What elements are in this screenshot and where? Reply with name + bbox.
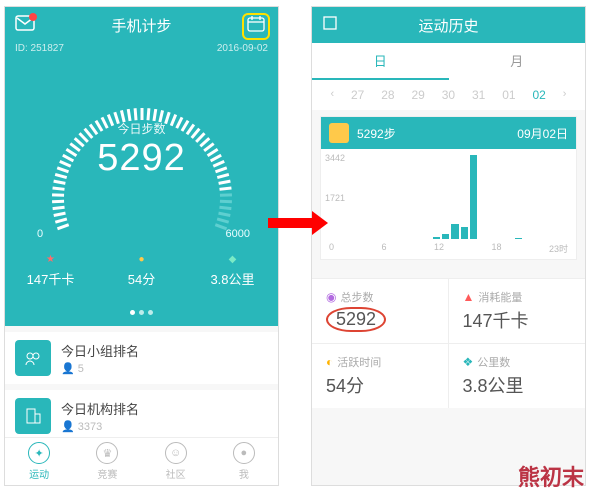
page-title: 手机计步 — [111, 15, 171, 36]
feet-icon: ❖ — [463, 355, 474, 369]
tab-bar: ✦运动 ♛竞赛 ☺社区 ●我 — [5, 437, 278, 485]
clock-icon: ● — [96, 254, 187, 265]
notification-dot — [29, 13, 37, 21]
flame-icon: ▲ — [463, 290, 475, 304]
person-icon: 👤 — [61, 421, 78, 433]
distance-icon: ◆ — [187, 254, 278, 265]
day-selector[interactable]: ‹ 27 28 29 30 31 01 02 › — [312, 80, 585, 110]
step-dial: 今日步数 5292 0 6000 — [5, 58, 278, 248]
page-dots — [5, 302, 278, 326]
tab-compete[interactable]: ♛竞赛 — [73, 438, 141, 485]
dial-label: 今日步数 — [5, 120, 278, 137]
tab-day[interactable]: 日 — [312, 43, 449, 80]
stats-row: ★ 147千卡 ● 54分 ◆ 3.8公里 — [5, 248, 278, 302]
header: 手机计步 — [5, 7, 278, 43]
scale-min: 0 — [37, 228, 43, 240]
calendar-icon[interactable] — [242, 13, 270, 40]
steps-badge-icon — [329, 123, 349, 143]
watermark: 熊初末 — [518, 460, 584, 492]
clock-icon: ◐ — [326, 355, 333, 369]
summary-steps: ◉总步数 5292 — [312, 278, 449, 343]
highlight-circle: 5292 — [326, 307, 386, 332]
stat-time: 54分 — [128, 272, 155, 287]
mail-icon[interactable] — [15, 15, 35, 36]
history-chart: 5292步 09月02日 3442 1721 06121823时 — [320, 116, 577, 260]
hist-steps: 5292步 — [357, 125, 396, 142]
group-icon — [15, 340, 51, 376]
tab-sport[interactable]: ✦运动 — [5, 438, 73, 485]
step-count: 5292 — [5, 137, 278, 180]
scale-max: 6000 — [226, 228, 250, 240]
stat-cal: 147千卡 — [27, 272, 75, 287]
tab-me[interactable]: ●我 — [210, 438, 278, 485]
card-title: 今日机构排名 — [61, 399, 139, 418]
date-label: 2016-09-02 — [217, 43, 268, 54]
y-tick: 3442 — [325, 153, 345, 163]
tab-month[interactable]: 月 — [449, 43, 586, 80]
summary-distance: ❖公里数 3.8公里 — [449, 343, 586, 408]
phone-pedometer: 手机计步 ID: 251827 2016-09-02 今日步数 5292 0 6… — [4, 6, 279, 486]
user-id: ID: 251827 — [15, 43, 64, 54]
header: 运动历史 — [312, 7, 585, 43]
org-icon — [15, 398, 51, 434]
summary-time: ◐活跃时间 54分 — [312, 343, 449, 408]
bar-series — [351, 155, 568, 239]
person-icon: 👤 — [61, 363, 78, 375]
summary-energy: ▲消耗能量 147千卡 — [449, 278, 586, 343]
y-tick: 1721 — [325, 193, 345, 203]
hist-date: 09月02日 — [517, 125, 568, 142]
summary-grid: ◉总步数 5292 ▲消耗能量 147千卡 ◐活跃时间 54分 ❖公里数 3.8… — [312, 278, 585, 408]
card-org-rank[interactable]: 今日机构排名 👤 3373 — [5, 390, 278, 442]
phone-history: 运动历史 日 月 ‹ 27 28 29 30 31 01 02 › 5292步 … — [311, 6, 586, 486]
chevron-right-icon[interactable]: › — [563, 88, 567, 102]
fire-icon: ★ — [5, 254, 96, 265]
arrow-annotation — [268, 218, 314, 228]
back-icon[interactable] — [322, 15, 338, 36]
card-group-rank[interactable]: 今日小组排名 👤 5 — [5, 332, 278, 384]
card-title: 今日小组排名 — [61, 341, 139, 360]
x-axis: 06121823时 — [329, 242, 568, 255]
stat-dist: 3.8公里 — [210, 272, 254, 287]
card-sub: 5 — [78, 363, 84, 375]
card-sub: 3373 — [78, 421, 102, 433]
period-tabs: 日 月 — [312, 43, 585, 80]
chevron-left-icon[interactable]: ‹ — [330, 88, 334, 102]
tab-community[interactable]: ☺社区 — [142, 438, 210, 485]
steps-icon: ◉ — [326, 290, 336, 304]
meta-row: ID: 251827 2016-09-02 — [5, 43, 278, 58]
page-title: 运动历史 — [418, 15, 478, 36]
